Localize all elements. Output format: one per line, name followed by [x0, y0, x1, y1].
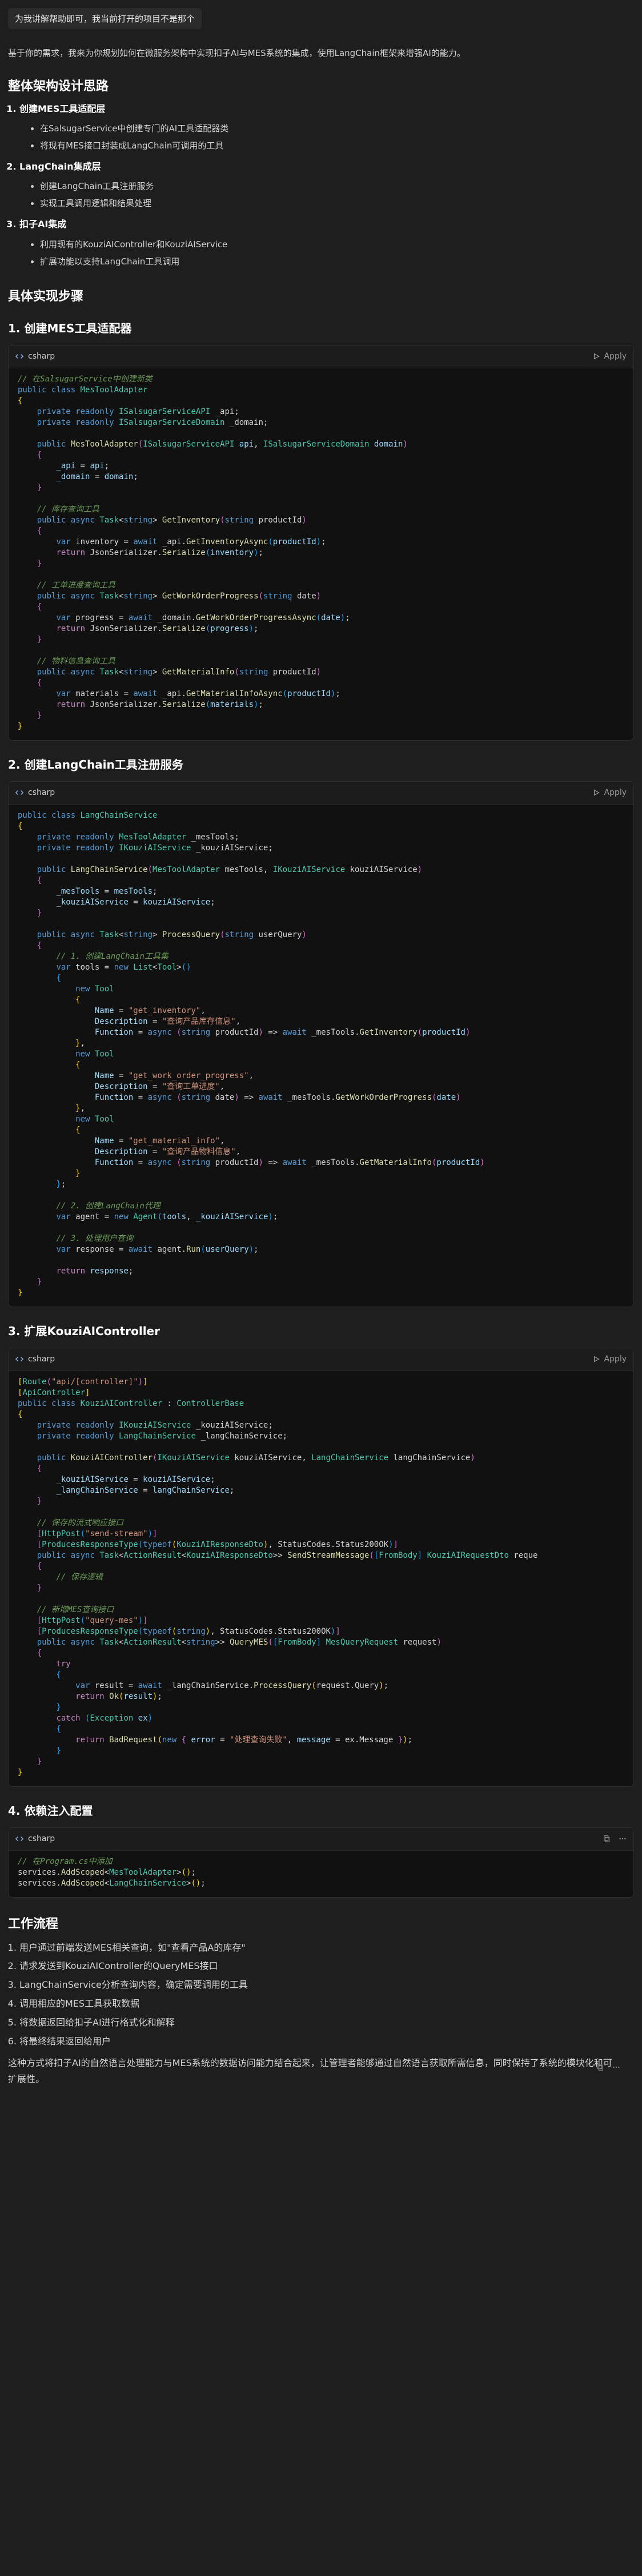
workflow-item: 调用相应的MES工具获取数据 [19, 1995, 634, 2014]
workflow-item: 用户通过前端发送MES相关查询，如"查看产品A的库存" [19, 1939, 634, 1958]
section-title: 1. 创建MES工具适配器 [8, 321, 132, 335]
code-content: public class LangChainService { private … [18, 810, 485, 1297]
intro-text: 基于你的需求，我来为你规划如何在微服务架构中实现扣子AI与MES系统的集成，使用… [8, 48, 466, 58]
chat-page: 为我讲解帮助即可，我当前打开的项目不是那个 基于你的需求，我来为你规划如何在微服… [0, 0, 642, 2087]
code-block: csharp Apply public class LangChainServi… [8, 781, 634, 1307]
code-content: // 在SalsugarService中创建新类 public class Me… [18, 374, 408, 731]
apply-button[interactable]: Apply [592, 352, 627, 361]
code-language: csharp [15, 1834, 55, 1843]
play-icon [594, 789, 600, 796]
code-header: csharp Apply [9, 781, 633, 805]
code-block: csharp // 在Program.cs中添加 services.AddSco… [8, 1827, 634, 1898]
workflow-item: 请求发送到KouziAIController的QueryMES接口 [19, 1957, 634, 1976]
workflow-item: 将数据返回给扣子AI进行格式化和解释 [19, 2014, 634, 2032]
copy-icon[interactable] [603, 1835, 611, 1843]
bullet: 实现工具调用逻辑和结果处理 [40, 195, 634, 212]
more-icon[interactable] [619, 1835, 627, 1843]
steps-heading: 具体实现步骤 [8, 289, 84, 304]
play-icon [594, 353, 600, 360]
workflow-item: 将最终结果返回给用户 [19, 2032, 634, 2051]
bullet: 利用现有的KouziAIController和KouziAIService [40, 236, 634, 253]
user-message: 为我讲解帮助即可，我当前打开的项目不是那个 [8, 8, 202, 29]
code-language: csharp [15, 1355, 55, 1364]
code-header: csharp Apply [9, 345, 633, 368]
code-icon [15, 1836, 23, 1842]
code-header: csharp Apply [9, 1348, 633, 1371]
play-icon [594, 1356, 600, 1363]
bullet: 创建LangChain工具注册服务 [40, 178, 634, 195]
architecture-item: 创建MES工具适配层 在SalsugarService中创建专门的AI工具适配器… [19, 101, 634, 154]
code-content: // 在Program.cs中添加 services.AddScoped<Mes… [18, 1856, 206, 1888]
apply-button[interactable]: Apply [592, 1355, 627, 1364]
code-icon [15, 790, 23, 795]
section-title: 3. 扩展KouziAIController [8, 1324, 160, 1338]
code-block: csharp Apply [Route("api/[controller]")]… [8, 1347, 634, 1787]
architecture-list: 创建MES工具适配层 在SalsugarService中创建专门的AI工具适配器… [8, 101, 634, 270]
section-title: 2. 创建LangChain工具注册服务 [8, 757, 183, 771]
workflow-list: 用户通过前端发送MES相关查询，如"查看产品A的库存" 请求发送到KouziAI… [8, 1939, 634, 2051]
apply-button[interactable]: Apply [592, 788, 627, 797]
code-language: csharp [15, 788, 55, 797]
message-actions [596, 2063, 620, 2071]
code-icon [15, 354, 23, 359]
code-language: csharp [15, 352, 55, 361]
architecture-item: 扣子AI集成 利用现有的KouziAIController和KouziAISer… [19, 216, 634, 270]
code-icon [15, 1357, 23, 1362]
architecture-item: LangChain集成层 创建LangChain工具注册服务 实现工具调用逻辑和… [19, 159, 634, 212]
architecture-heading: 整体架构设计思路 [8, 79, 109, 94]
section-title: 4. 依赖注入配置 [8, 1803, 93, 1818]
copy-icon[interactable] [596, 2063, 604, 2071]
workflow-item: LangChainService分析查询内容，确定需要调用的工具 [19, 1976, 634, 1995]
summary-text: 这种方式将扣子AI的自然语言处理能力与MES系统的数据访问能力结合起来，让管理者… [8, 2057, 612, 2084]
bullet: 扩展功能以支持LangChain工具调用 [40, 253, 634, 270]
code-content: [Route("api/[controller]")] [ApiControll… [18, 1377, 538, 1777]
workflow-heading: 工作流程 [8, 1916, 59, 1931]
code-block: csharp Apply // 在SalsugarService中创建新类 pu… [8, 344, 634, 741]
bullet: 在SalsugarService中创建专门的AI工具适配器类 [40, 120, 634, 137]
more-icon[interactable] [612, 2063, 620, 2071]
code-header: csharp [9, 1827, 633, 1851]
bullet: 将现有MES接口封装成LangChain可调用的工具 [40, 137, 634, 154]
